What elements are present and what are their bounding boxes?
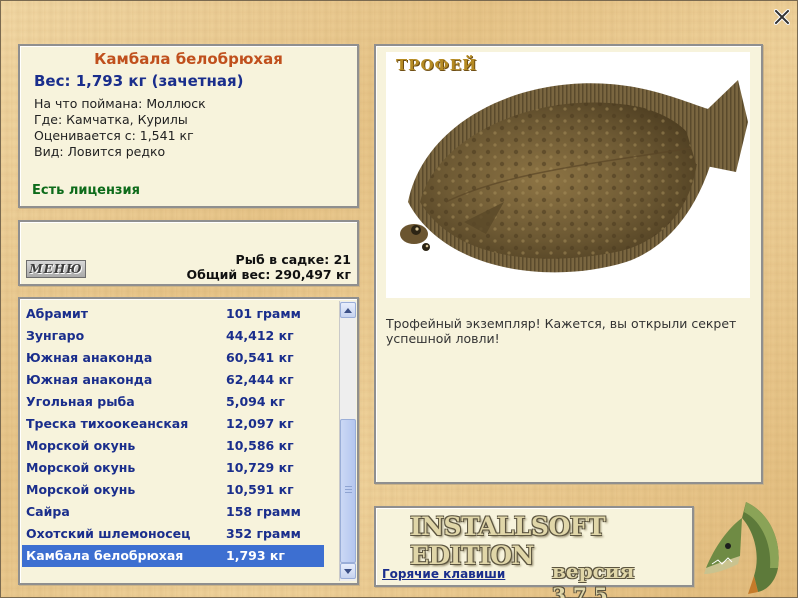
- catch-fish-weight: 62,444 кг: [226, 372, 294, 387]
- catch-fish-weight: 101 грамм: [226, 306, 301, 321]
- chevron-up-icon: [344, 307, 352, 313]
- catch-fish-weight: 5,094 кг: [226, 394, 285, 409]
- catch-fish-weight: 352 грамм: [226, 526, 301, 541]
- scroll-up-button[interactable]: [340, 302, 356, 318]
- bait-info: На что поймана: Моллюск: [34, 96, 206, 111]
- catch-fish-name: Охотский шлемоносец: [26, 526, 191, 541]
- catch-fish-weight: 44,412 кг: [226, 328, 294, 343]
- scroll-thumb[interactable]: [340, 419, 356, 563]
- catch-list-row[interactable]: Угольная рыба 5,094 кг: [22, 391, 324, 413]
- catch-list: Абрамит 101 грамм Зунгаро 44,412 кг Южная ан…: [22, 303, 324, 567]
- catch-fish-name: Морской окунь: [26, 482, 136, 497]
- flounder-image: [400, 80, 748, 273]
- catch-fish-name: Зунгаро: [26, 328, 85, 343]
- catch-fish-weight: 12,097 кг: [226, 416, 294, 431]
- catch-fish-name: Морской окунь: [26, 460, 136, 475]
- fish-weight: Вес: 1,793 кг (зачетная): [34, 72, 244, 90]
- brand-panel: INSTALLSOFT EDITION Горячие клавиши верс…: [374, 506, 694, 598]
- catch-fish-weight: 158 грамм: [226, 504, 301, 519]
- catch-list-row[interactable]: Охотский шлемоносец 352 грамм: [22, 523, 324, 545]
- chevron-down-icon: [344, 568, 352, 574]
- keepnet-stats-panel: МЕНЮ Рыб в садке: 21 Общий вес: 290,497 …: [18, 220, 359, 286]
- close-icon: [774, 9, 790, 25]
- catch-list-row[interactable]: Зунгаро 44,412 кг: [22, 325, 324, 347]
- catch-list-row[interactable]: Треска тихоокеанская 12,097 кг: [22, 413, 324, 435]
- hotkeys-link[interactable]: Горячие клавиши: [382, 567, 505, 581]
- catch-fish-weight: 10,586 кг: [226, 438, 294, 453]
- catch-fish-name: Камбала белобрюхая: [26, 548, 184, 563]
- catch-list-row[interactable]: Камбала белобрюхая 1,793 кг: [22, 545, 324, 567]
- catch-fish-weight: 1,793 кг: [226, 548, 285, 563]
- total-weight: Общий вес: 290,497 кг: [186, 267, 352, 282]
- catch-fish-name: Южная анаконда: [26, 350, 153, 365]
- menu-button-label: МЕНЮ: [29, 262, 83, 276]
- pike-logo-icon: [704, 502, 779, 594]
- catch-list-row[interactable]: Абрамит 101 грамм: [22, 303, 324, 325]
- catch-list-row[interactable]: Южная анаконда 62,444 кг: [22, 369, 324, 391]
- catch-list-row[interactable]: Морской окунь 10,729 кг: [22, 457, 324, 479]
- location-info: Где: Камчатка, Курилы: [34, 112, 188, 127]
- version-label: версия 3.7.5: [552, 559, 635, 598]
- catch-list-panel: Абрамит 101 грамм Зунгаро 44,412 кг Южная ан…: [18, 297, 359, 585]
- fish-image-area: ТРОФЕЙ: [386, 52, 750, 298]
- rarity-info: Вид: Ловится редко: [34, 144, 166, 159]
- trophy-caption: Трофейный экземпляр! Кажется, вы открыли…: [386, 316, 737, 346]
- fish-picture-panel: ТРОФЕЙ Трофейный экземпляр! Кажется, вы …: [374, 44, 763, 484]
- catch-fish-name: Морской окунь: [26, 438, 136, 453]
- catch-fish-name: Треска тихоокеанская: [26, 416, 189, 431]
- trophy-badge: ТРОФЕЙ: [396, 56, 478, 74]
- close-button[interactable]: [771, 7, 793, 27]
- catch-fish-weight: 10,591 кг: [226, 482, 294, 497]
- catch-list-row[interactable]: Сайра 158 грамм: [22, 501, 324, 523]
- catch-fish-weight: 10,729 кг: [226, 460, 294, 475]
- fish-count: Рыб в садке: 21: [235, 252, 351, 267]
- catch-list-row[interactable]: Южная анаконда 60,541 кг: [22, 347, 324, 369]
- catch-fish-name: Сайра: [26, 504, 70, 519]
- grip-icon: [345, 486, 352, 494]
- fish-name: Камбала белобрюхая: [94, 50, 283, 68]
- catch-fish-name: Южная анаконда: [26, 372, 153, 387]
- catch-list-row[interactable]: Морской окунь 10,591 кг: [22, 479, 324, 501]
- menu-button[interactable]: МЕНЮ: [26, 260, 86, 278]
- scroll-down-button[interactable]: [340, 563, 356, 579]
- catch-fish-weight: 60,541 кг: [226, 350, 294, 365]
- license-status: Есть лицензия: [32, 183, 140, 198]
- fish-info-panel: Камбала белобрюхая Вес: 1,793 кг (зачетн…: [18, 44, 359, 208]
- catch-list-row[interactable]: Морской окунь 10,586 кг: [22, 435, 324, 457]
- catch-list-scrollbar[interactable]: [339, 301, 356, 581]
- trophy-threshold-info: Оценивается с: 1,541 кг: [34, 128, 194, 143]
- catch-fish-name: Абрамит: [26, 306, 89, 321]
- catch-fish-name: Угольная рыба: [26, 394, 135, 409]
